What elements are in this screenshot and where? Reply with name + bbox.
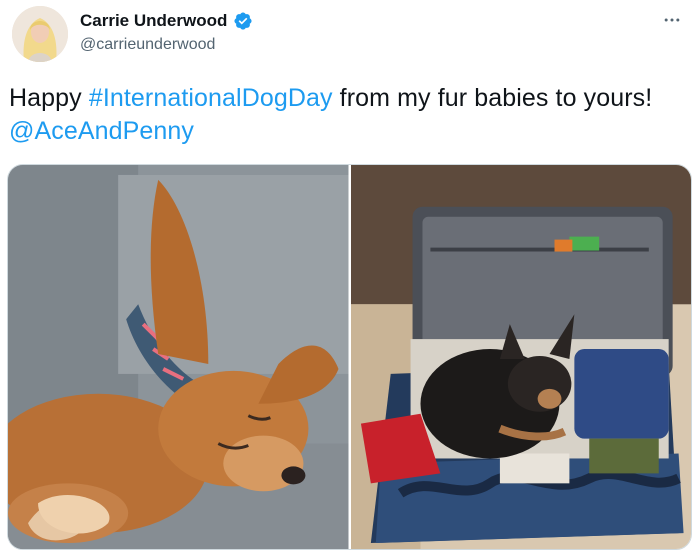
display-name[interactable]: Carrie Underwood xyxy=(80,11,227,31)
verified-badge-icon xyxy=(234,12,252,30)
avatar[interactable] xyxy=(12,6,68,62)
mention-link[interactable]: @AceAndPenny xyxy=(9,117,194,145)
tweet-text: Happy #InternationalDogDay from my fur b… xyxy=(9,82,689,148)
user-handle[interactable]: @carrieunderwood xyxy=(80,36,253,54)
more-options-button[interactable] xyxy=(658,6,686,34)
author-names: Carrie Underwood @carrieunderwood xyxy=(80,10,253,54)
tweet-text-start: Happy xyxy=(9,84,89,112)
more-horizontal-icon xyxy=(664,18,680,22)
photo-dog-on-couch[interactable] xyxy=(8,165,349,549)
photo-dog-in-suitcase[interactable] xyxy=(350,165,691,549)
dog-sleeping-photo xyxy=(8,165,349,549)
hashtag-link[interactable]: #InternationalDogDay xyxy=(89,84,333,112)
tweet-header: Carrie Underwood @carrieunderwood xyxy=(10,4,690,66)
dog-in-suitcase-photo xyxy=(350,165,691,549)
media-grid xyxy=(7,164,692,550)
tweet-text-middle: from my fur babies to yours! xyxy=(332,84,653,112)
profile-photo xyxy=(12,6,68,62)
